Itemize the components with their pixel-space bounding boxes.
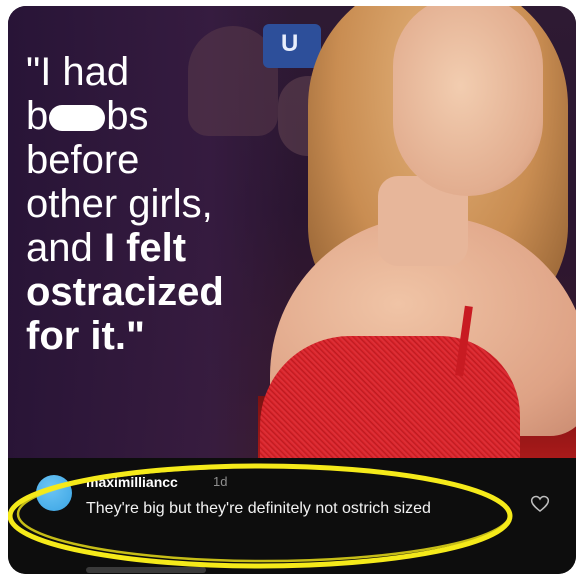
comment-text: They're big but they're definitely not o… [86, 500, 431, 517]
quote-line-2-start: b [26, 94, 49, 138]
instagram-post-card: U "I had b bs before other girls, and I f… [8, 6, 576, 574]
quote-line-6: ostracized [26, 270, 224, 314]
comment-panel: maximilliancc 1d They're big but they're… [8, 458, 576, 574]
post-image[interactable]: U "I had b bs before other girls, and I f… [8, 6, 576, 458]
censor-blob [49, 105, 106, 132]
quote-line-5: and I felt [26, 226, 316, 270]
cut-off-bar [86, 567, 206, 573]
comment-time: 1d [213, 474, 228, 489]
heart-outline-icon[interactable] [530, 494, 550, 514]
quote-line-2-end: bs [106, 94, 149, 138]
quote-text: "I had b bs before other girls, and I fel… [26, 50, 316, 358]
quote-line-3: before [26, 138, 140, 182]
quote-line-5-bold: I felt [103, 226, 187, 270]
quote-line-4: other girls, [26, 182, 213, 226]
quote-line-1: "I had [26, 50, 130, 94]
quote-line-7: for it." [26, 314, 145, 358]
comment-username[interactable]: maximilliancc [86, 474, 178, 490]
cut-off-reply-row [86, 562, 206, 574]
quote-line-5-start: and [26, 226, 104, 270]
avatar[interactable] [36, 475, 72, 511]
quote-line-2: b bs [26, 94, 316, 138]
person-face [393, 6, 543, 196]
